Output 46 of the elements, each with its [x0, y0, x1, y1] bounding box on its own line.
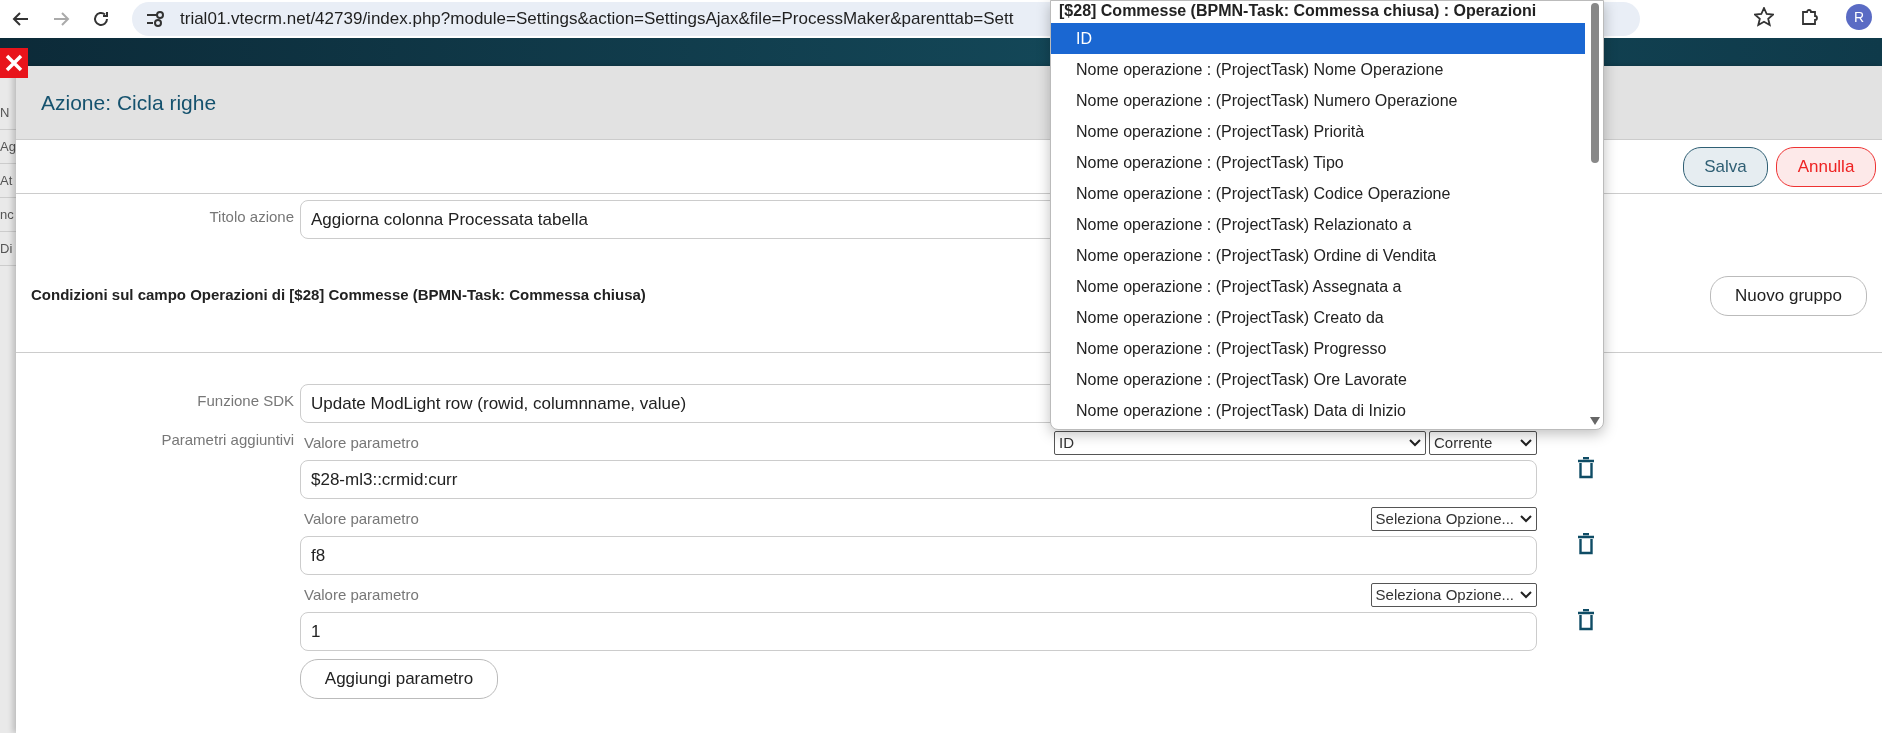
new-group-button[interactable]: Nuovo gruppo	[1710, 275, 1867, 316]
dropdown-option[interactable]: Nome operazione : (ProjectTask) Nome Operazione	[1051, 54, 1585, 85]
close-button[interactable]	[0, 48, 28, 78]
dropdown-option[interactable]: Nome operazione : (ProjectTask) Creato da	[1051, 302, 1585, 333]
input-field[interactable]: f8	[300, 536, 1537, 575]
caret-icon	[1409, 439, 1421, 447]
field-label: Valore parametro	[303, 508, 419, 529]
trash-icon[interactable]	[1577, 533, 1595, 555]
input-field[interactable]: $28-ml3::crmid:curr	[300, 460, 1537, 499]
dropdown-option[interactable]: ID	[1051, 23, 1585, 54]
scroll-down-arrow-icon[interactable]	[1590, 417, 1600, 425]
trash-icon[interactable]	[1577, 457, 1595, 479]
trash-icon[interactable]	[1577, 609, 1595, 631]
select-field[interactable]: ID	[1054, 431, 1426, 455]
star-icon[interactable]	[1754, 7, 1774, 27]
field-label: Valore parametro	[303, 432, 419, 453]
caret-icon	[1520, 439, 1532, 447]
save-button[interactable]: Salva	[1683, 146, 1768, 187]
select-field[interactable]: Corrente	[1429, 431, 1537, 455]
field-label: Valore parametro	[303, 584, 419, 605]
dropdown-option[interactable]: Nome operazione : (ProjectTask) Ordine di Vendita	[1051, 240, 1585, 271]
modal-title: Azione: Cicla righe	[41, 89, 217, 116]
cancel-button[interactable]: Annulla	[1776, 146, 1876, 187]
scrollbar-thumb[interactable]	[1591, 3, 1599, 163]
url-text: trial01.vtecrm.net/42739/index.php?module=Settings&action=SettingsAjax&file=ProcessMaker&parenttab=Sett	[180, 8, 1014, 31]
section-heading: Condizioni sul campo Operazioni di [$28] Commesse (BPMN-Task: Commessa chiusa)	[31, 285, 646, 306]
close-icon	[5, 54, 23, 72]
dropdown-option[interactable]: Nome operazione : (ProjectTask) Priorità	[1051, 116, 1585, 147]
field-label: Parametri aggiuntivi	[160, 430, 294, 450]
caret-icon	[1520, 591, 1532, 599]
select-field[interactable]: Seleziona Opzione...	[1370, 583, 1537, 607]
site-info-icon[interactable]	[146, 11, 166, 27]
caret-icon	[1520, 515, 1532, 523]
add-parameter-button[interactable]: Aggiungi parametro	[300, 659, 498, 699]
input-field[interactable]: 1	[300, 612, 1537, 651]
dropdown-option[interactable]: Nome operazione : (ProjectTask) Numero Operazione	[1051, 85, 1585, 116]
dropdown-option[interactable]: Nome operazione : (ProjectTask) Tipo	[1051, 147, 1585, 178]
puzzle-icon[interactable]	[1800, 7, 1820, 27]
reload-icon[interactable]	[92, 10, 110, 28]
dropdown-option[interactable]: Nome operazione : (ProjectTask) Progresso	[1051, 333, 1585, 364]
option-group-label: [$28] Commesse (BPMN-Task: Commessa chiusa) : Operazioni	[1058, 1, 1538, 21]
dropdown-option[interactable]: Nome operazione : (ProjectTask) Assegnata a	[1051, 271, 1585, 302]
back-icon[interactable]	[12, 10, 30, 28]
field-label: Titolo azione	[208, 207, 294, 227]
select-field[interactable]: Seleziona Opzione...	[1370, 507, 1537, 531]
field-label: Funzione SDK	[196, 391, 294, 411]
